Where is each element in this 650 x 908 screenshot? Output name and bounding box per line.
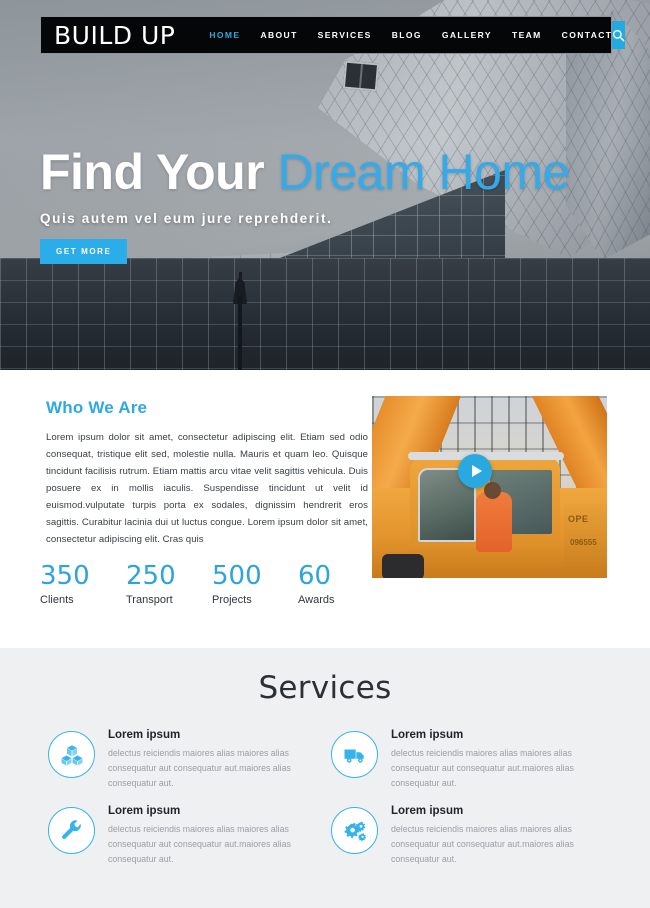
stat-value: 250: [126, 561, 176, 591]
nav-item-team[interactable]: TEAM: [512, 30, 542, 40]
service-text-block: Lorem ipsum delectus reiciendis maiores …: [391, 804, 583, 880]
hero-subtitle: Quis autem vel eum jure reprehderit.: [40, 210, 333, 226]
about-text-block: Who We Are Lorem ipsum dolor sit amet, c…: [46, 398, 368, 548]
services-section: Services Lorem ipsum delectus reiciendis…: [0, 648, 650, 908]
wrench-icon: [61, 819, 81, 839]
truck-icon: [344, 749, 364, 763]
play-icon: [471, 465, 482, 477]
service-title: Lorem ipsum: [391, 805, 464, 817]
crane-label-text: OPE: [568, 514, 589, 524]
service-description: delectus reiciendis maiores alias maiore…: [391, 748, 574, 789]
stat-label: Transport: [126, 593, 173, 606]
search-icon: [613, 29, 625, 41]
stat-label: Awards: [298, 593, 335, 606]
service-title: Lorem ipsum: [108, 729, 181, 741]
who-we-are-body: Lorem ipsum dolor sit amet, consectetur …: [46, 432, 368, 546]
crane-wheel: [382, 554, 424, 578]
service-card-truck[interactable]: Lorem ipsum delectus reiciendis maiores …: [331, 728, 614, 804]
nav-item-gallery[interactable]: GALLERY: [442, 30, 492, 40]
landing-page: BUILD UP HOME ABOUT SERVICES BLOG GALLER…: [0, 0, 650, 908]
get-more-button[interactable]: GET MORE: [40, 238, 128, 264]
service-description: delectus reiciendis maiores alias maiore…: [108, 748, 291, 789]
service-card-gears[interactable]: Lorem ipsum delectus reiciendis maiores …: [331, 804, 614, 880]
services-grid: Lorem ipsum delectus reiciendis maiores …: [0, 728, 650, 880]
service-card-boxes[interactable]: Lorem ipsum delectus reiciendis maiores …: [48, 728, 331, 804]
stat-value: 60: [298, 561, 332, 591]
crane-serial-text: 096555: [570, 538, 597, 547]
nav-links: HOME ABOUT SERVICES BLOG GALLERY TEAM CO…: [209, 30, 612, 40]
about-section: Who We Are Lorem ipsum dolor sit amet, c…: [0, 370, 650, 648]
search-button[interactable]: [612, 21, 626, 49]
nav-item-home[interactable]: HOME: [209, 30, 240, 40]
gears-icon-circle[interactable]: [331, 807, 378, 854]
stat-transport: 250 Transport: [126, 562, 212, 606]
about-video-thumbnail[interactable]: OPE 096555: [372, 396, 607, 578]
nav-item-about[interactable]: ABOUT: [260, 30, 297, 40]
gears-icon: [344, 820, 366, 841]
crane-operator-head: [484, 482, 501, 499]
hero-title-accent: Dream Home: [277, 144, 571, 200]
stat-awards: 60 Awards: [298, 562, 384, 606]
hero-title: Find Your Dream Home: [40, 146, 570, 199]
service-title: Lorem ipsum: [108, 805, 181, 817]
hero-section: BUILD UP HOME ABOUT SERVICES BLOG GALLER…: [0, 0, 650, 370]
crane-operator: [476, 492, 512, 552]
stat-value: 500: [212, 561, 262, 591]
main-navbar: BUILD UP HOME ABOUT SERVICES BLOG GALLER…: [40, 16, 626, 54]
service-text-block: Lorem ipsum delectus reiciendis maiores …: [108, 728, 300, 804]
service-text-block: Lorem ipsum delectus reiciendis maiores …: [108, 804, 300, 880]
hero-title-plain: Find Your: [40, 144, 278, 200]
play-button[interactable]: [458, 454, 492, 488]
service-title: Lorem ipsum: [391, 729, 464, 741]
wrench-icon-circle[interactable]: [48, 807, 95, 854]
truck-icon-circle[interactable]: [331, 731, 378, 778]
stat-projects: 500 Projects: [212, 562, 298, 606]
stat-clients: 350 Clients: [40, 562, 126, 606]
service-card-wrench[interactable]: Lorem ipsum delectus reiciendis maiores …: [48, 804, 331, 880]
who-we-are-title: Who We Are: [46, 398, 148, 417]
nav-item-contact[interactable]: CONTACT: [562, 30, 613, 40]
stat-label: Projects: [212, 593, 252, 606]
site-logo[interactable]: BUILD UP: [41, 21, 175, 50]
service-description: delectus reiciendis maiores alias maiore…: [391, 824, 574, 865]
nav-item-services[interactable]: SERVICES: [318, 30, 372, 40]
boxes-icon-circle[interactable]: [48, 731, 95, 778]
service-text-block: Lorem ipsum delectus reiciendis maiores …: [391, 728, 583, 804]
stats-row: 350 Clients 250 Transport 500 Projects 6…: [40, 562, 384, 606]
hero-copy: Find Your Dream Home Quis autem vel eum …: [40, 146, 570, 264]
nav-item-blog[interactable]: BLOG: [392, 30, 422, 40]
service-description: delectus reiciendis maiores alias maiore…: [108, 824, 291, 865]
services-heading: Services: [258, 670, 392, 706]
boxes-icon: [61, 744, 82, 765]
stat-label: Clients: [40, 593, 74, 606]
stat-value: 350: [40, 561, 90, 591]
